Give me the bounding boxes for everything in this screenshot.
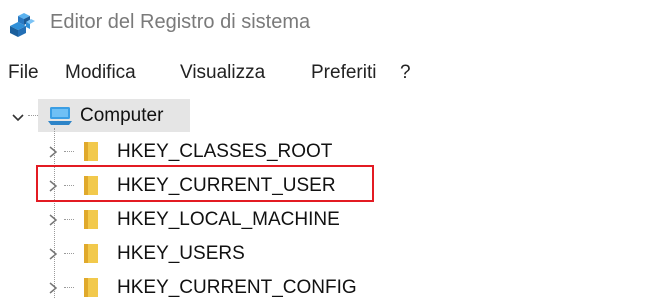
window-title: Editor del Registro di sistema [50,11,311,33]
registry-editor-icon [10,13,35,37]
menu-preferiti[interactable]: Preferiti [311,62,376,84]
tree-node-hkey-classes-root[interactable]: HKEY_CLASSES_ROOT [0,136,380,168]
tree-connector [64,287,74,289]
tree-node-label: Computer [80,105,164,126]
chevron-right-icon[interactable] [46,213,60,227]
menu-file[interactable]: File [8,62,39,84]
folder-icon [84,278,98,297]
computer-icon [48,107,72,125]
tree-connector [64,151,74,153]
highlight-box [36,165,374,202]
tree-node-label: HKEY_CURRENT_CONFIG [117,277,357,298]
tree-node-hkey-current-config[interactable]: HKEY_CURRENT_CONFIG [0,272,380,304]
folder-icon [84,210,98,229]
menu-modifica[interactable]: Modifica [65,62,136,84]
menu-bar: File Modifica Visualizza Preferiti ? [0,58,663,88]
tree-node-label: HKEY_USERS [117,243,245,264]
tree-connector [64,253,74,255]
chevron-down-icon[interactable] [11,111,25,125]
tree-node-hkey-local-machine[interactable]: HKEY_LOCAL_MACHINE [0,204,380,236]
chevron-right-icon[interactable] [46,145,60,159]
tree-connector [64,219,74,221]
menu-visualizza[interactable]: Visualizza [180,62,265,84]
menu-help[interactable]: ? [400,62,411,84]
folder-icon [84,142,98,161]
tree-node-label: HKEY_LOCAL_MACHINE [117,209,340,230]
tree-node-label: HKEY_CLASSES_ROOT [117,141,333,162]
chevron-right-icon[interactable] [46,247,60,261]
folder-icon [84,244,98,263]
tree-node-computer[interactable]: Computer [0,100,200,132]
tree-node-hkey-users[interactable]: HKEY_USERS [0,238,380,270]
tree-connector [28,115,38,117]
chevron-right-icon[interactable] [46,281,60,295]
title-bar: Editor del Registro di sistema [0,0,663,48]
